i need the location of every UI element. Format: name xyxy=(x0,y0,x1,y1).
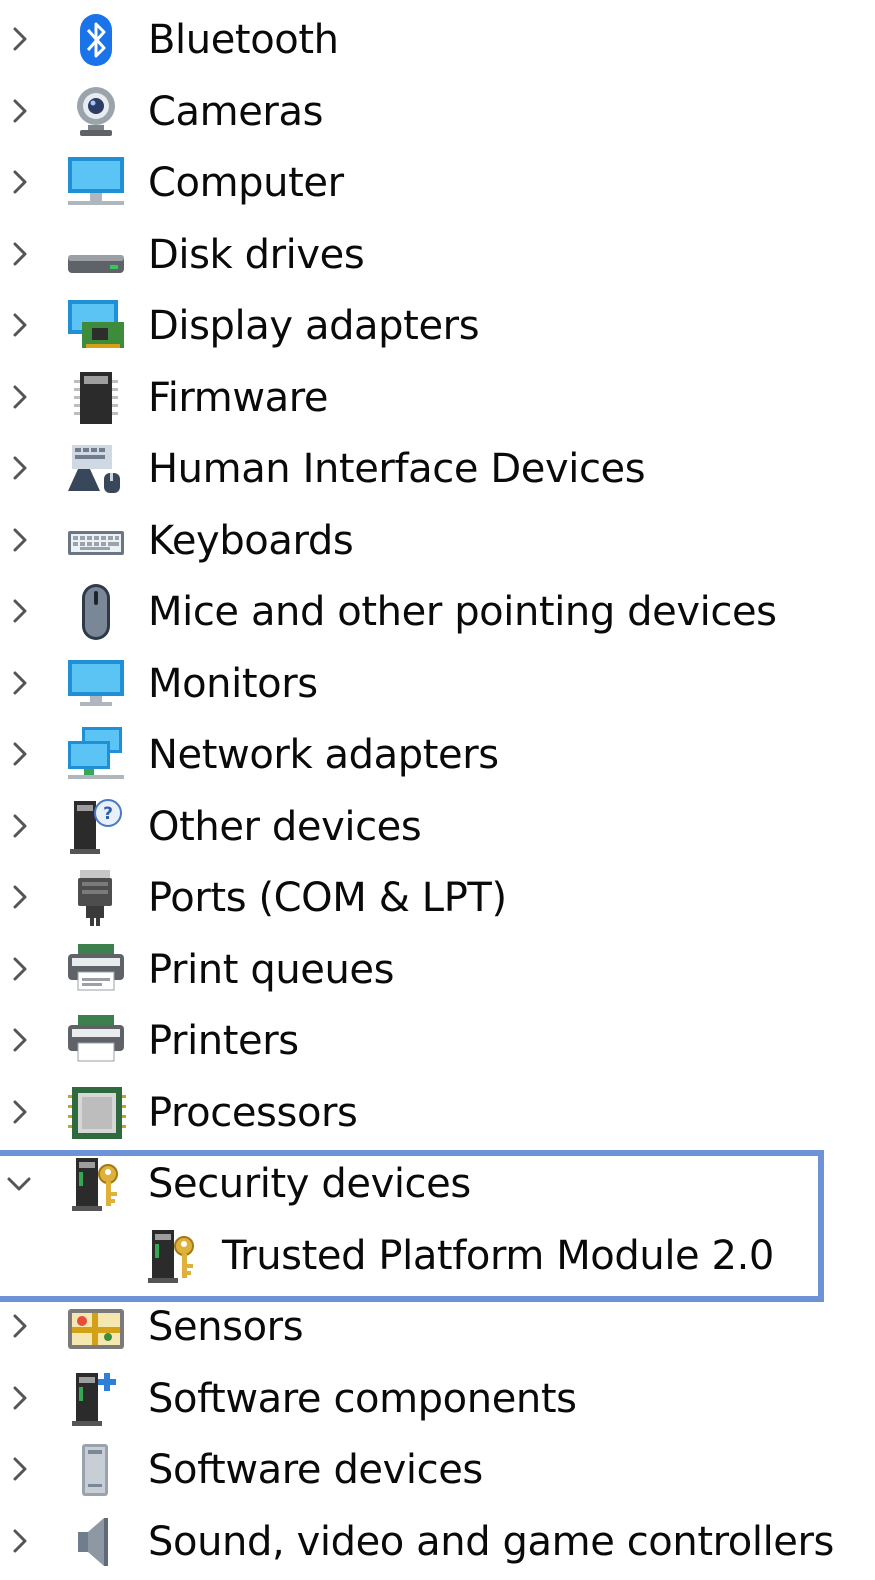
security-device-icon xyxy=(64,1154,128,1214)
monitor-icon xyxy=(64,654,128,714)
tree-item-label: Trusted Platform Module 2.0 xyxy=(222,1232,774,1279)
tree-item-network-adapters[interactable]: Network adapters xyxy=(0,719,875,790)
tree-item-label: Display adapters xyxy=(148,303,480,349)
chevron-right-icon[interactable] xyxy=(0,219,40,290)
speaker-icon xyxy=(64,1512,128,1572)
tree-item-cameras[interactable]: Cameras xyxy=(0,76,875,147)
tree-item-print-queues[interactable]: Print queues xyxy=(0,934,875,1005)
tree-child-item-trusted-platform-module-2-0[interactable]: Trusted Platform Module 2.0 xyxy=(0,1220,875,1291)
tree-item-processors[interactable]: Processors xyxy=(0,1077,875,1148)
chevron-right-icon[interactable] xyxy=(0,147,40,218)
network-adapter-icon xyxy=(64,725,128,785)
bluetooth-icon xyxy=(64,10,128,70)
firmware-chip-icon xyxy=(64,368,128,428)
chevron-right-icon[interactable] xyxy=(0,862,40,933)
chevron-right-icon[interactable] xyxy=(0,4,40,75)
software-component-icon xyxy=(64,1369,128,1429)
processor-icon xyxy=(64,1083,128,1143)
chevron-right-icon[interactable] xyxy=(0,1077,40,1148)
tree-item-label: Sound, video and game controllers xyxy=(148,1518,834,1565)
printer-icon xyxy=(64,1011,128,1071)
chevron-right-icon[interactable] xyxy=(0,648,40,719)
sensor-icon xyxy=(64,1297,128,1357)
tree-item-label: Software devices xyxy=(148,1447,483,1493)
tree-item-other-devices[interactable]: ? Other devices xyxy=(0,791,875,862)
tree-item-label: Software components xyxy=(148,1375,577,1422)
tree-item-sound-video-and-game-controllers[interactable]: Sound, video and game controllers xyxy=(0,1506,875,1577)
tree-item-software-devices[interactable]: Software devices xyxy=(0,1434,875,1505)
tree-item-computer[interactable]: Computer xyxy=(0,147,875,218)
tree-item-security-devices[interactable]: Security devices xyxy=(0,1148,875,1219)
svg-text:?: ? xyxy=(103,804,113,824)
port-connector-icon xyxy=(64,868,128,928)
chevron-right-icon[interactable] xyxy=(0,1506,40,1577)
tree-item-label: Human Interface Devices xyxy=(148,446,646,492)
tree-item-label: Monitors xyxy=(148,660,318,707)
chevron-right-icon[interactable] xyxy=(0,576,40,647)
tree-item-label: Network adapters xyxy=(148,732,499,778)
tree-item-mice-and-other-pointing-devices[interactable]: Mice and other pointing devices xyxy=(0,576,875,647)
tree-item-label: Other devices xyxy=(148,803,422,850)
tree-item-keyboards[interactable]: Keyboards xyxy=(0,505,875,576)
tree-item-disk-drives[interactable]: Disk drives xyxy=(0,219,875,290)
tree-item-label: Bluetooth xyxy=(148,17,339,63)
tree-item-ports-com-lpt[interactable]: Ports (COM & LPT) xyxy=(0,862,875,933)
chevron-down-icon[interactable] xyxy=(0,1148,40,1219)
keyboard-icon xyxy=(64,511,128,571)
tree-item-label: Printers xyxy=(148,1018,299,1064)
computer-icon xyxy=(64,153,128,213)
tree-item-bluetooth[interactable]: Bluetooth xyxy=(0,4,875,75)
chevron-right-icon[interactable] xyxy=(0,290,40,361)
software-device-icon xyxy=(64,1440,128,1500)
mouse-icon xyxy=(64,582,128,642)
tree-item-printers[interactable]: Printers xyxy=(0,1005,875,1076)
print-queue-icon xyxy=(64,940,128,1000)
tree-item-software-components[interactable]: Software components xyxy=(0,1363,875,1434)
tree-item-human-interface-devices[interactable]: Human Interface Devices xyxy=(0,433,875,504)
tree-item-label: Security devices xyxy=(148,1161,471,1207)
chevron-right-icon[interactable] xyxy=(0,1434,40,1505)
tree-item-firmware[interactable]: Firmware xyxy=(0,362,875,433)
disk-drive-icon xyxy=(64,225,128,285)
tree-item-label: Mice and other pointing devices xyxy=(148,589,777,635)
camera-icon xyxy=(64,82,128,142)
human-interface-device-icon xyxy=(64,439,128,499)
chevron-right-icon[interactable] xyxy=(0,362,40,433)
chevron-right-icon[interactable] xyxy=(0,1005,40,1076)
chevron-right-icon[interactable] xyxy=(0,433,40,504)
tree-item-label: Keyboards xyxy=(148,517,354,564)
chevron-right-icon[interactable] xyxy=(0,719,40,790)
security-device-icon xyxy=(140,1226,204,1286)
display-adapter-icon xyxy=(64,296,128,356)
chevron-right-icon[interactable] xyxy=(0,791,40,862)
tree-item-label: Ports (COM & LPT) xyxy=(148,875,507,921)
tree-item-label: Cameras xyxy=(148,88,324,135)
tree-item-label: Firmware xyxy=(148,374,329,421)
device-tree: Bluetooth Cameras Computer Disk drives Displ… xyxy=(0,0,875,1580)
chevron-right-icon[interactable] xyxy=(0,1363,40,1434)
tree-item-monitors[interactable]: Monitors xyxy=(0,648,875,719)
tree-item-display-adapters[interactable]: Display adapters xyxy=(0,290,875,361)
chevron-right-icon[interactable] xyxy=(0,505,40,576)
tree-item-label: Sensors xyxy=(148,1304,304,1350)
chevron-right-icon[interactable] xyxy=(0,934,40,1005)
chevron-right-icon[interactable] xyxy=(0,76,40,147)
chevron-right-icon[interactable] xyxy=(0,1291,40,1362)
tree-item-sensors[interactable]: Sensors xyxy=(0,1291,875,1362)
tree-item-label: Disk drives xyxy=(148,231,365,278)
tree-item-label: Computer xyxy=(148,160,344,206)
unknown-device-icon: ? xyxy=(64,797,128,857)
tree-item-label: Processors xyxy=(148,1089,358,1136)
tree-item-label: Print queues xyxy=(148,946,395,993)
